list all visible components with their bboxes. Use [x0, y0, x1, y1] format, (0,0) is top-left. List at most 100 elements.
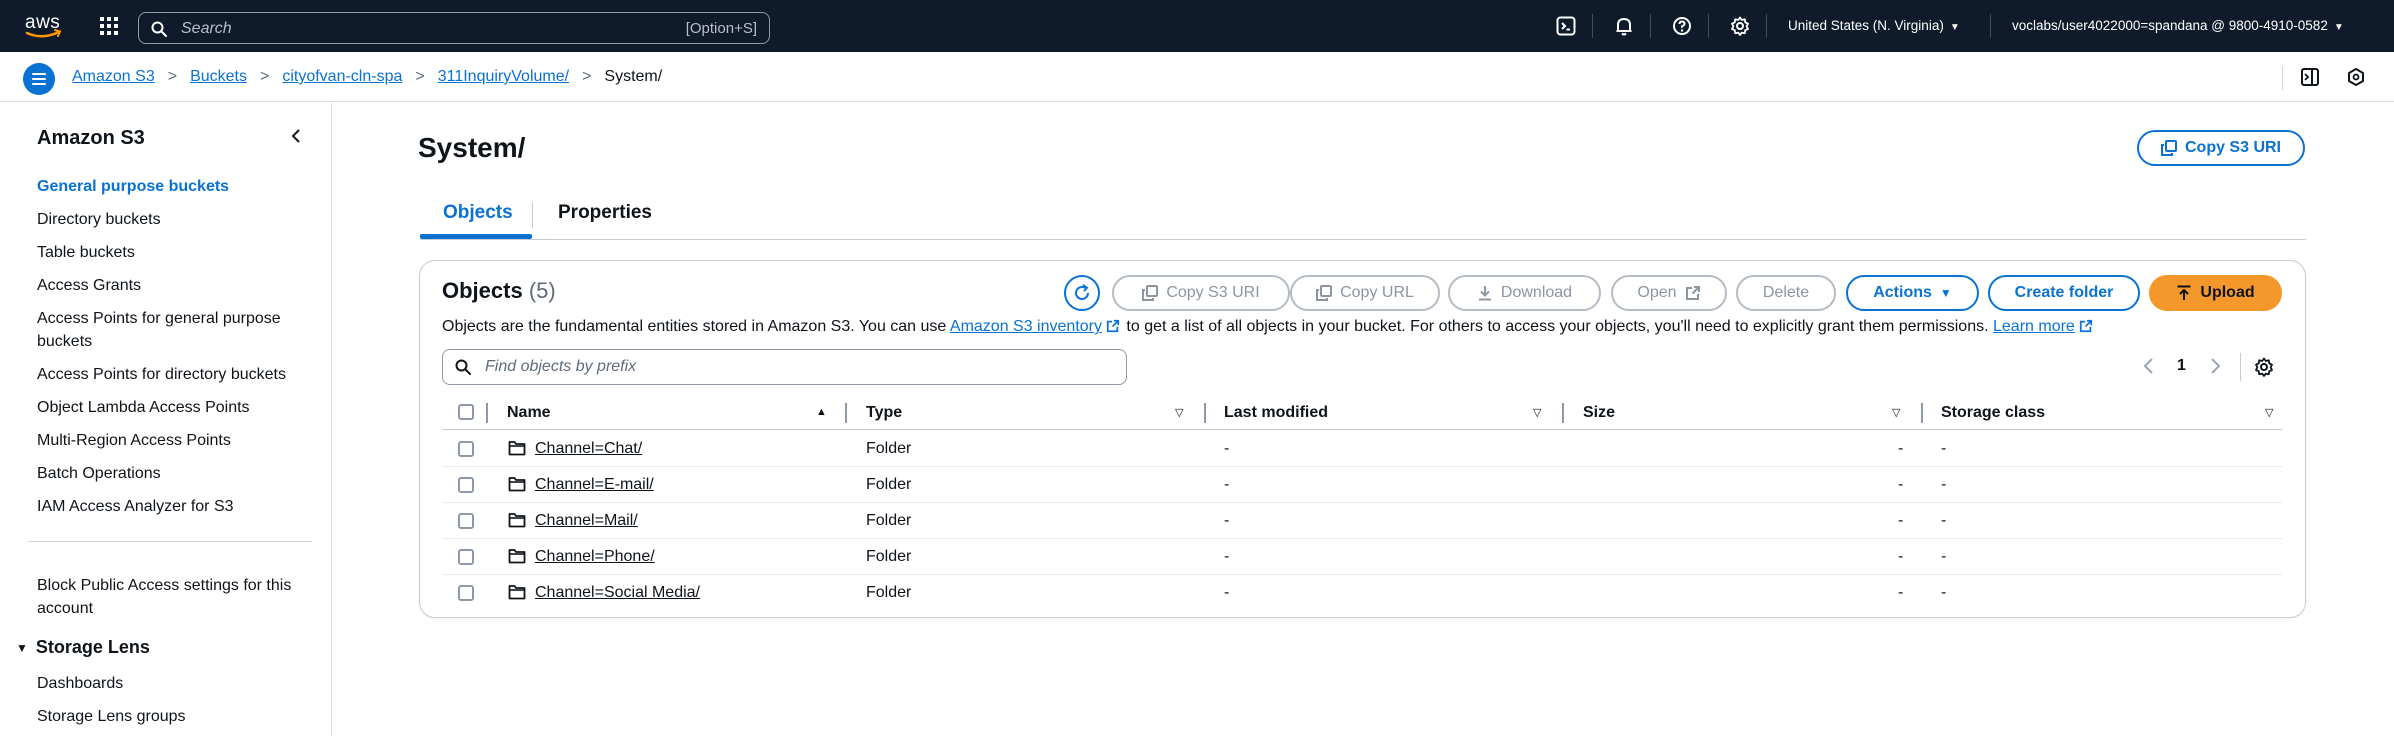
chevron-right-icon: > — [259, 68, 270, 85]
folder-icon — [508, 513, 526, 528]
object-type: Folder — [866, 512, 912, 529]
column-header-storage-class[interactable]: Storage class — [1941, 404, 2045, 422]
column-header-last-modified[interactable]: Last modified — [1224, 404, 1328, 422]
table-row: Channel=E-mail/ Folder - - - — [442, 467, 2282, 503]
sidebar-title[interactable]: Amazon S3 — [37, 127, 145, 150]
sidebar-item-access-grants[interactable]: Access Grants — [37, 274, 307, 297]
folder-icon — [508, 585, 526, 600]
tab-divider — [532, 202, 533, 228]
column-divider — [845, 403, 847, 423]
object-storage-class: - — [1941, 476, 1947, 493]
account-menu[interactable]: voclabs/user4022000=spandana @ 9800-4910… — [2012, 18, 2344, 33]
row-checkbox[interactable] — [458, 441, 474, 457]
find-objects-input[interactable]: Find objects by prefix — [442, 349, 1127, 385]
learn-more-link[interactable]: Learn more — [1993, 318, 2075, 335]
row-checkbox[interactable] — [458, 477, 474, 493]
menu-toggle-button[interactable] — [23, 63, 55, 95]
global-search-input[interactable]: Search [Option+S] — [138, 12, 770, 44]
caret-down-icon: ▼ — [1939, 286, 1952, 300]
breadcrumb-folder[interactable]: 311InquiryVolume/ — [438, 68, 569, 86]
notifications-bell-icon[interactable] — [1614, 16, 1634, 36]
sidebar-section-storage-lens[interactable]: ▼ Storage Lens — [16, 637, 150, 658]
upload-button[interactable]: Upload — [2149, 275, 2282, 311]
sidebar-item-iam-access-analyzer[interactable]: IAM Access Analyzer for S3 — [37, 495, 307, 518]
objects-count: (5) — [528, 278, 556, 303]
copy-icon — [1316, 285, 1333, 301]
services-grid-icon[interactable] — [100, 17, 118, 35]
sort-icon[interactable]: ▽ — [1892, 406, 1900, 419]
object-type: Folder — [866, 476, 912, 493]
side-navigation: Amazon S3 General purpose buckets Direct… — [0, 103, 332, 736]
folder-icon — [508, 477, 526, 492]
inventory-link[interactable]: Amazon S3 inventory — [950, 318, 1102, 335]
open-button[interactable]: Open — [1611, 275, 1727, 311]
table-row: Channel=Social Media/ Folder - - - — [442, 575, 2282, 611]
sidebar-item-general-purpose-buckets[interactable]: General purpose buckets — [37, 175, 307, 198]
chevron-right-icon: > — [582, 68, 592, 85]
download-button[interactable]: Download — [1448, 275, 1601, 311]
object-name-link[interactable]: Channel=E-mail/ — [535, 476, 654, 494]
table-preferences-gear-icon[interactable] — [2254, 357, 2274, 377]
column-header-name[interactable]: Name — [507, 404, 551, 422]
sort-icon[interactable]: ▽ — [1175, 406, 1183, 419]
object-size: - — [1898, 440, 1904, 457]
tab-list: Objects Properties — [420, 190, 2306, 240]
sidebar-item-batch-operations[interactable]: Batch Operations — [37, 462, 307, 485]
page-number[interactable]: 1 — [2177, 357, 2186, 375]
sort-ascending-icon[interactable]: ▲ — [816, 406, 827, 418]
sidebar-item-table-buckets[interactable]: Table buckets — [37, 241, 307, 264]
breadcrumb-amazon-s3[interactable]: Amazon S3 — [72, 68, 155, 86]
object-name-link[interactable]: Channel=Mail/ — [535, 512, 638, 530]
sidebar-item-object-lambda[interactable]: Object Lambda Access Points — [37, 396, 307, 419]
table-row: Channel=Phone/ Folder - - - — [442, 539, 2282, 575]
column-header-size[interactable]: Size — [1583, 404, 1615, 422]
object-name-link[interactable]: Channel=Phone/ — [535, 548, 655, 566]
row-checkbox[interactable] — [458, 549, 474, 565]
breadcrumb-bucket[interactable]: cityofvan-cln-spa — [282, 68, 402, 86]
sidebar-item-multi-region[interactable]: Multi-Region Access Points — [37, 429, 307, 452]
sidebar-item-access-points-general[interactable]: Access Points for general purpose bucket… — [37, 307, 307, 353]
settings-gear-icon[interactable] — [1730, 16, 1750, 36]
row-checkbox[interactable] — [458, 513, 474, 529]
next-page-chevron-icon[interactable] — [2208, 358, 2222, 374]
object-name-link[interactable]: Channel=Chat/ — [535, 440, 642, 458]
column-divider — [1204, 403, 1206, 423]
breadcrumb-buckets[interactable]: Buckets — [190, 68, 247, 86]
collapse-chevron-left-icon[interactable] — [288, 128, 304, 144]
column-header-type[interactable]: Type — [866, 404, 902, 422]
folder-icon — [508, 549, 526, 564]
object-name-link[interactable]: Channel=Social Media/ — [535, 584, 700, 602]
region-selector[interactable]: United States (N. Virginia) ▼ — [1788, 18, 1960, 33]
refresh-button[interactable] — [1064, 275, 1100, 311]
sort-icon[interactable]: ▽ — [2265, 406, 2273, 419]
sidebar-item-dashboards[interactable]: Dashboards — [37, 672, 307, 695]
filter-placeholder: Find objects by prefix — [485, 358, 637, 375]
select-all-checkbox[interactable] — [458, 404, 474, 420]
help-icon[interactable] — [1672, 16, 1692, 36]
sidebar-item-directory-buckets[interactable]: Directory buckets — [37, 208, 307, 231]
tab-objects[interactable]: Objects — [443, 202, 513, 224]
copy-url-button[interactable]: Copy URL — [1290, 275, 1440, 311]
breadcrumb: Amazon S3 > Buckets > cityofvan-cln-spa … — [72, 68, 662, 86]
delete-button[interactable]: Delete — [1736, 275, 1836, 311]
copy-s3-uri-button[interactable]: Copy S3 URI — [1112, 275, 1290, 311]
previous-page-chevron-icon[interactable] — [2142, 358, 2156, 374]
cloudshell-icon[interactable] — [1556, 16, 1576, 36]
object-last-modified: - — [1224, 584, 1230, 601]
create-folder-button[interactable]: Create folder — [1988, 275, 2140, 311]
nav-divider — [1592, 14, 1593, 38]
tab-properties[interactable]: Properties — [558, 202, 652, 224]
sort-icon[interactable]: ▽ — [1533, 406, 1541, 419]
sidebar-item-storage-lens-groups[interactable]: Storage Lens groups — [37, 705, 307, 728]
info-panel-icon[interactable] — [2300, 67, 2320, 87]
copy-icon — [2160, 140, 2177, 156]
row-checkbox[interactable] — [458, 585, 474, 601]
aws-logo[interactable]: aws — [22, 12, 66, 40]
copy-s3-uri-header-button[interactable]: Copy S3 URI — [2137, 130, 2305, 166]
actions-dropdown-button[interactable]: Actions ▼ — [1846, 275, 1979, 311]
sidebar-item-access-points-directory[interactable]: Access Points for directory buckets — [37, 363, 307, 386]
feedback-icon[interactable] — [2346, 67, 2366, 87]
upload-icon — [2177, 285, 2191, 300]
sidebar-divider — [28, 541, 312, 542]
sidebar-item-block-public-access[interactable]: Block Public Access settings for this ac… — [37, 574, 307, 620]
